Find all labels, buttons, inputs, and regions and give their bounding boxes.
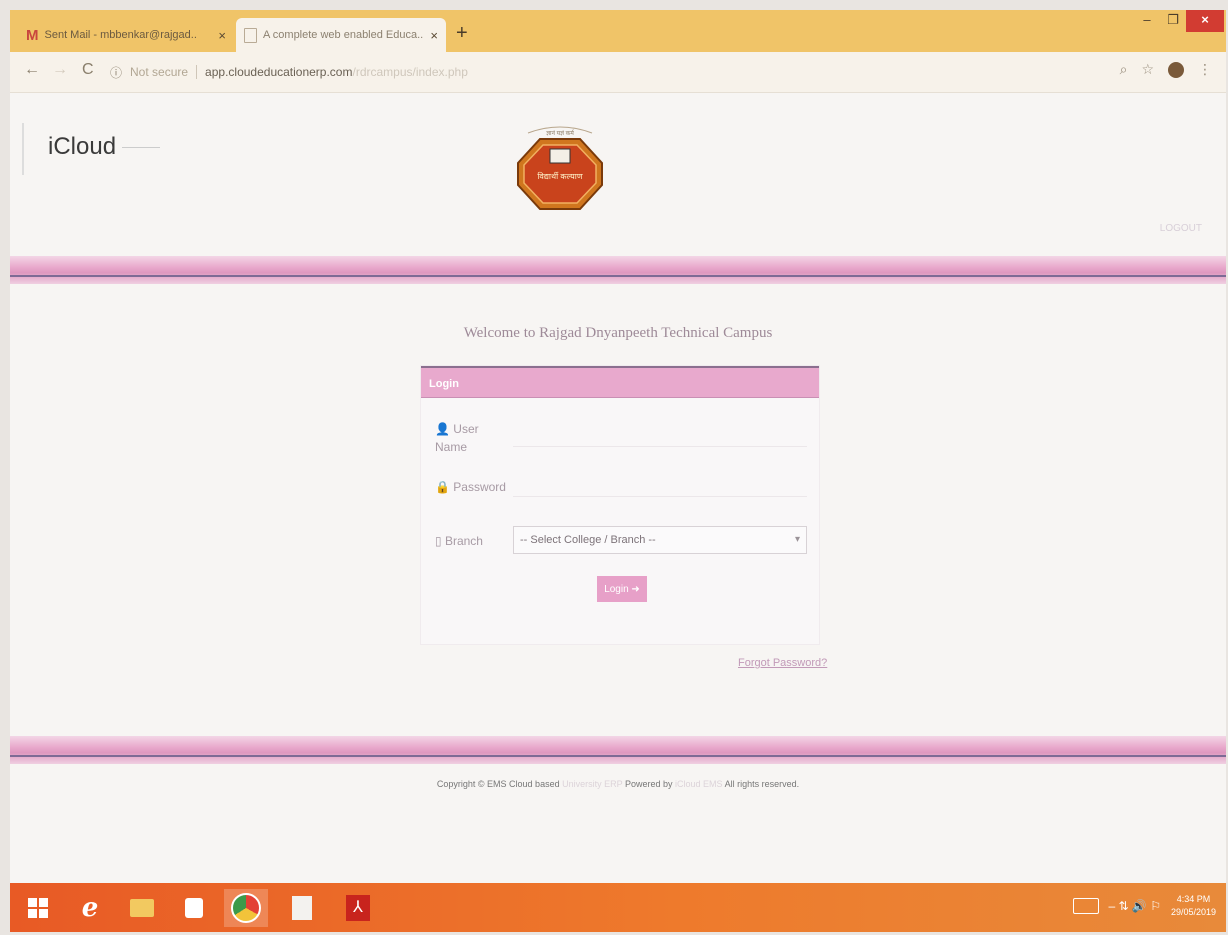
page-icon [244, 27, 257, 43]
user-name-label: 👤 User Name [435, 420, 479, 456]
login-panel: Login 👤 User Name 🔒 Password ▯ Branch --… [420, 365, 820, 645]
user-name-input[interactable] [513, 446, 807, 447]
pdf-icon: ⅄ [346, 895, 370, 921]
browser-tab-bar: M Sent Mail - mbbenkar@rajgad.. × A comp… [10, 10, 1226, 52]
header-band [10, 256, 1226, 284]
store-icon [185, 898, 203, 918]
gmail-icon: M [26, 26, 39, 44]
web-page: iCloud ज्ञानं यज्ञं कर्म विद्यार्थी कल्य… [10, 93, 1226, 883]
tab-education-erp[interactable]: A complete web enabled Educa.. × [236, 18, 446, 52]
window-controls: – ❐ × [1134, 10, 1224, 32]
college-logo: ज्ञानं यज्ञं कर्म विद्यार्थी कल्याण [517, 126, 603, 210]
footer-link[interactable]: iCloud EMS [675, 779, 723, 789]
branch-select[interactable]: -- Select College / Branch -- ▾ [513, 526, 807, 554]
taskbar-chrome[interactable] [224, 889, 268, 927]
tab-title: Sent Mail - mbbenkar@rajgad.. [44, 29, 197, 41]
logo-text: विद्यार्थी कल्याण [537, 171, 583, 181]
taskbar-document[interactable] [280, 889, 324, 927]
brand-decoration [22, 123, 48, 175]
taskbar-file-explorer[interactable] [120, 889, 164, 927]
new-tab-button[interactable]: + [456, 22, 468, 45]
screen: M Sent Mail - mbbenkar@rajgad.. × A comp… [10, 10, 1226, 932]
restore-button[interactable]: ❐ [1160, 10, 1186, 32]
chrome-icon [231, 893, 261, 923]
toolbar-right: ⌕ ☆ ⋮ [1120, 61, 1212, 78]
brand-title: iCloud [48, 133, 117, 160]
security-status: Not secure [130, 65, 189, 79]
password-label: 🔒 Password [435, 480, 506, 494]
url-path: /rdrcampus/index.php [352, 65, 468, 79]
logo-motto: ज्ञानं यज्ञं कर्म [546, 129, 575, 137]
password-input[interactable] [513, 496, 807, 497]
branch-label: ▯ Branch [435, 534, 483, 548]
windows-icon [28, 898, 48, 918]
logout-link[interactable]: LOGOUT [1160, 223, 1202, 234]
footer-link[interactable]: University ERP [562, 779, 622, 789]
footer-band [10, 736, 1226, 764]
star-icon[interactable]: ☆ [1141, 61, 1154, 78]
user-label-line2: Name [435, 440, 468, 454]
folder-icon [130, 899, 154, 917]
tab-title: A complete web enabled Educa.. [263, 29, 424, 41]
forward-icon[interactable]: → [52, 61, 68, 79]
keyboard-icon[interactable] [1072, 898, 1099, 914]
forgot-password-link[interactable]: Forgot Password? [738, 657, 827, 669]
browser-toolbar: ← → C ⓘ Not secure app.cloudeducationerp… [10, 52, 1226, 93]
divider [196, 65, 198, 79]
tab-gmail[interactable]: M Sent Mail - mbbenkar@rajgad.. × [18, 18, 234, 52]
taskbar-store[interactable] [172, 889, 216, 927]
menu-icon[interactable]: ⋮ [1198, 61, 1212, 78]
user-label-line1: 👤 User [435, 422, 479, 436]
close-icon[interactable]: × [430, 28, 438, 43]
footer-text: Copyright © EMS Cloud based [436, 779, 560, 789]
document-icon [292, 896, 312, 920]
taskbar-clock[interactable]: 4:34 PM 29/05/2019 [1171, 893, 1216, 919]
info-icon[interactable]: ⓘ [110, 64, 122, 81]
chevron-down-icon: ▾ [794, 534, 800, 545]
profile-avatar[interactable] [1168, 61, 1184, 78]
internet-explorer-icon: e [81, 893, 99, 923]
reload-icon[interactable]: C [82, 61, 94, 79]
clock-time: 4:34 PM [1176, 894, 1211, 904]
login-panel-title: Login [421, 366, 819, 398]
system-tray: – ⇅ 🔊 ⚐ 4:34 PM 29/05/2019 [1072, 893, 1216, 919]
back-icon[interactable]: ← [24, 61, 40, 79]
tray-icons[interactable]: – ⇅ 🔊 ⚐ [1109, 899, 1161, 913]
zoom-icon[interactable]: ⌕ [1120, 61, 1128, 78]
welcome-heading: Welcome to Rajgad Dnyanpeeth Technical C… [463, 325, 773, 341]
divider [122, 147, 160, 148]
windows-taskbar: e ⅄ – ⇅ 🔊 ⚐ 4:34 PM 29/05/2019 [10, 883, 1226, 932]
close-window-button[interactable]: × [1186, 10, 1224, 32]
close-icon[interactable]: × [218, 28, 226, 43]
login-button[interactable]: Login ➜ [597, 576, 647, 602]
footer-copyright: Copyright © EMS Cloud based University E… [10, 779, 1226, 789]
minimize-button[interactable]: – [1134, 10, 1160, 32]
footer-text: All rights reserved. [724, 779, 800, 789]
taskbar-internet-explorer[interactable]: e [68, 889, 112, 927]
footer-text: Powered by [624, 779, 673, 789]
branch-select-value: -- Select College / Branch -- [520, 534, 656, 546]
url-domain: app.cloudeducationerp.com [205, 65, 353, 79]
taskbar-pdf-reader[interactable]: ⅄ [336, 889, 380, 927]
clock-date: 29/05/2019 [1170, 907, 1216, 917]
start-button[interactable] [16, 889, 60, 927]
address-bar[interactable]: ⓘ Not secure app.cloudeducationerp.com/r… [110, 60, 630, 84]
